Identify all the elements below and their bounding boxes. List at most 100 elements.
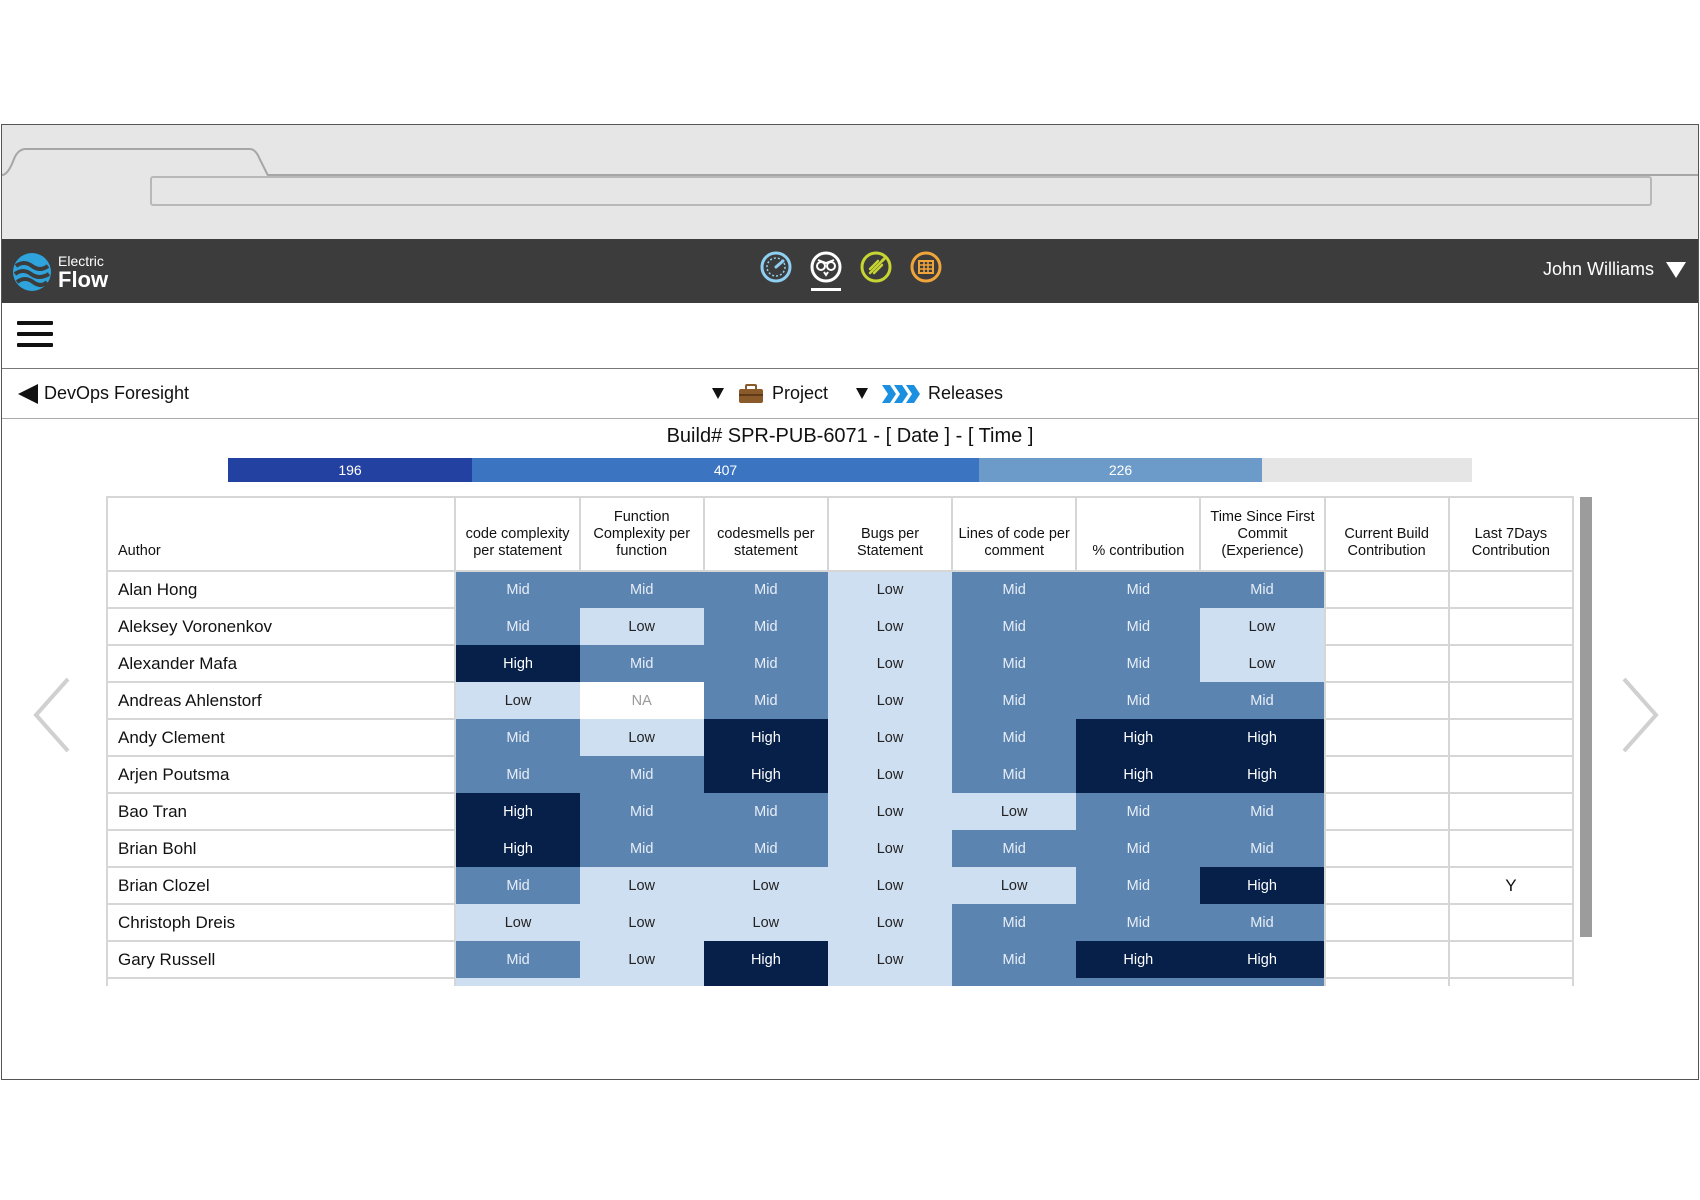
metric-cell: Mid (703, 830, 828, 867)
metric-cell: Mid (1200, 682, 1325, 719)
column-header-last-7days[interactable]: Last 7Days Contribution (1447, 496, 1574, 572)
metric-cell: Low (703, 904, 828, 941)
metric-cell: Low (579, 719, 704, 756)
owl-foresight-icon[interactable] (808, 251, 844, 291)
table-header-row: Author code complexity per statement Fun… (106, 496, 1574, 572)
chevron-right-icon[interactable] (1620, 677, 1660, 753)
metric-cell: Mid (455, 571, 580, 608)
last-7days-cell: Y (1447, 866, 1574, 905)
metric-cell: Mid (952, 645, 1077, 682)
table-row[interactable]: Alexander Mafa High Mid Mid Low Mid Mid Low (106, 644, 1574, 683)
metric-cell: Mid (579, 645, 704, 682)
back-arrow-icon (18, 383, 38, 404)
metric-cell: Mid (952, 608, 1077, 645)
metric-cell: NA (579, 682, 704, 719)
table-row[interactable]: Christoph Dreis Low Low Low Low Mid Mid Mid (106, 903, 1574, 942)
metric-cell: Low (827, 978, 953, 986)
address-bar[interactable] (150, 176, 1652, 206)
progress-segment-3: 226 (979, 458, 1262, 482)
author-metrics-table: Author code complexity per statement Fun… (106, 496, 1574, 986)
author-cell: Alan Hong (106, 570, 457, 609)
metric-cell: Low (579, 904, 704, 941)
column-header-current-build[interactable]: Current Build Contribution (1323, 496, 1450, 572)
metric-cell: Mid (703, 682, 828, 719)
top-nav (758, 251, 944, 291)
metric-cell: Mid (1076, 978, 1201, 986)
hamburger-menu-icon[interactable] (17, 321, 53, 349)
column-header-code-complexity[interactable]: code complexity per statement (454, 496, 581, 572)
column-header-bugs[interactable]: Bugs per Statement (826, 496, 954, 572)
column-header-author[interactable]: Author (106, 496, 457, 572)
last-7days-cell (1447, 903, 1574, 942)
rocket-deploy-icon[interactable] (858, 251, 894, 291)
metric-cell: Low (952, 867, 1077, 904)
metric-cell: Mid (1200, 793, 1325, 830)
metric-cell: Mid (579, 756, 704, 793)
current-build-cell (1323, 903, 1450, 942)
column-header-function-complexity[interactable]: Function Complexity per function (578, 496, 705, 572)
calendar-grid-icon[interactable] (908, 251, 944, 291)
waves-logo-icon (13, 253, 51, 291)
column-header-lines-per-comment[interactable]: Lines of code per comment (951, 496, 1078, 572)
current-build-cell (1323, 866, 1450, 905)
table-row[interactable]: Andreas Ahlenstorf Low NA Mid Low Mid Mid Mid (106, 681, 1574, 720)
column-header-codesmells[interactable]: codesmells per statement (702, 496, 829, 572)
last-7days-cell (1447, 792, 1574, 831)
metric-cell: Low (579, 608, 704, 645)
metric-cell: Low (827, 682, 953, 719)
metric-cell: Low (827, 571, 953, 608)
metric-cell: Mid (455, 941, 580, 978)
table-scrollbar[interactable] (1580, 497, 1592, 937)
table-row[interactable]: Brian Bohl High Mid Mid Low Mid Mid Mid (106, 829, 1574, 868)
metric-cell: Mid (952, 941, 1077, 978)
dashboard-gauge-icon[interactable] (758, 251, 794, 291)
metric-cell: Mid (1076, 904, 1201, 941)
metric-cell: Mid (1076, 793, 1201, 830)
chevron-left-icon[interactable] (32, 677, 72, 753)
table-row[interactable]: Alan Hong Mid Mid Mid Low Mid Mid Mid (106, 570, 1574, 609)
table-row[interactable]: Arjen Poutsma Mid Mid High Low Mid High High (106, 755, 1574, 794)
metric-cell: Mid (1076, 830, 1201, 867)
filter-bar: DevOps Foresight Project Releases (2, 369, 1698, 419)
metric-cell: Mid (952, 756, 1077, 793)
metric-cell: Low (952, 793, 1077, 830)
metric-cell: Mid (1076, 571, 1201, 608)
browser-window: Electric Flow John Williams DevOps Fores… (1, 124, 1699, 1080)
table-row[interactable]: Bao Tran High Mid Mid Low Low Mid Mid (106, 792, 1574, 831)
metric-cell: High (1200, 941, 1325, 978)
back-link[interactable]: DevOps Foresight (18, 383, 189, 404)
last-7days-cell (1447, 940, 1574, 979)
project-filter[interactable]: Project (712, 383, 828, 404)
user-menu[interactable]: John Williams (1543, 259, 1686, 280)
current-build-cell (1323, 977, 1450, 986)
table-row[interactable]: Andy Clement Mid Low High Low Mid High High (106, 718, 1574, 757)
column-header-contribution[interactable]: % contribution (1075, 496, 1202, 572)
table-row[interactable]: LowLowHighLowMidMidMid (106, 977, 1574, 986)
metric-cell: Low (579, 867, 704, 904)
releases-filter[interactable]: Releases (856, 383, 1003, 404)
releases-chevrons-icon (882, 384, 920, 403)
last-7days-cell (1447, 681, 1574, 720)
build-title: Build# SPR-PUB-6071 - [ Date ] - [ Time … (666, 425, 1034, 447)
browser-chrome (2, 125, 1698, 239)
table-row[interactable]: Brian Clozel Mid Low Low Low Low Mid High Y (106, 866, 1574, 905)
metric-cell: Low (703, 867, 828, 904)
app-header: Electric Flow John Williams (2, 239, 1698, 303)
metric-cell: Low (827, 904, 953, 941)
metric-cell: Mid (703, 793, 828, 830)
metric-cell: High (455, 793, 580, 830)
table-row[interactable]: Aleksey Voronenkov Mid Low Mid Low Mid Mid Low (106, 607, 1574, 646)
metric-cell: High (703, 978, 828, 986)
metric-cell: Mid (703, 571, 828, 608)
metric-cell: Mid (952, 719, 1077, 756)
electric-flow-logo[interactable]: Electric Flow (12, 250, 112, 294)
metric-cell: Mid (455, 608, 580, 645)
metric-cell: Low (827, 719, 953, 756)
metric-cell: Low (455, 978, 580, 986)
user-dropdown-icon[interactable] (1666, 261, 1686, 278)
current-build-cell (1323, 829, 1450, 868)
metric-cell: Low (579, 978, 704, 986)
column-header-experience[interactable]: Time Since First Commit (Experience) (1199, 496, 1326, 572)
table-row[interactable]: Gary Russell Mid Low High Low Mid High High (106, 940, 1574, 979)
menu-bar (2, 303, 1698, 369)
